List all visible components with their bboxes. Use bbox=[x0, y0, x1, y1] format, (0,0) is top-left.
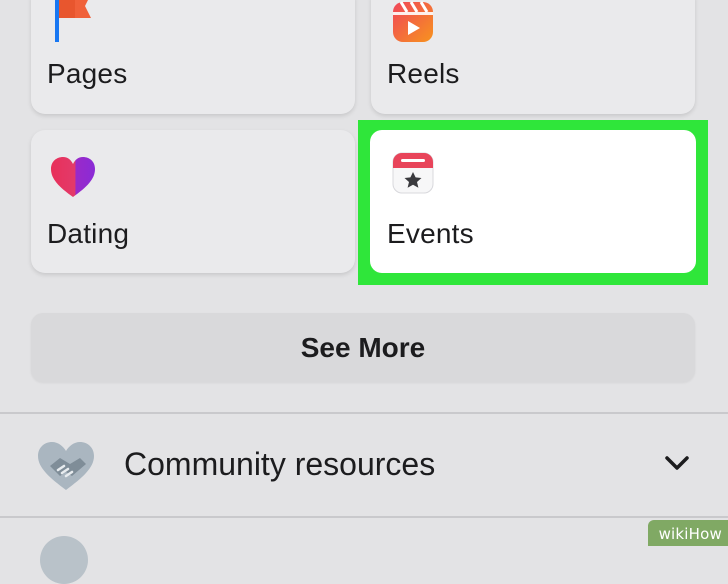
see-more-button[interactable]: See More bbox=[31, 313, 695, 382]
pages-shortcut-tile[interactable]: Pages bbox=[31, 0, 355, 114]
handshake-heart-icon bbox=[38, 442, 94, 490]
events-highlight-box: Events bbox=[358, 120, 708, 285]
heart-icon bbox=[51, 157, 95, 197]
dating-shortcut-tile[interactable]: Dating bbox=[31, 130, 355, 273]
reels-shortcut-tile[interactable]: Reels bbox=[371, 0, 695, 114]
calendar-star-icon bbox=[392, 152, 434, 194]
reels-label: Reels bbox=[387, 58, 460, 89]
pages-label: Pages bbox=[47, 58, 128, 89]
community-resources-label: Community resources bbox=[124, 446, 436, 482]
chevron-down-icon[interactable] bbox=[664, 454, 690, 472]
watermark-text: wikiHow bbox=[658, 525, 722, 543]
pages-flag-icon bbox=[55, 0, 91, 42]
divider bbox=[0, 516, 728, 518]
events-label: Events bbox=[387, 218, 474, 249]
community-resources-row[interactable]: Community resources bbox=[0, 414, 728, 516]
next-row-icon bbox=[40, 536, 88, 584]
dating-label: Dating bbox=[47, 218, 130, 249]
events-shortcut-tile[interactable]: Events bbox=[370, 130, 696, 273]
reels-icon bbox=[393, 1, 433, 42]
